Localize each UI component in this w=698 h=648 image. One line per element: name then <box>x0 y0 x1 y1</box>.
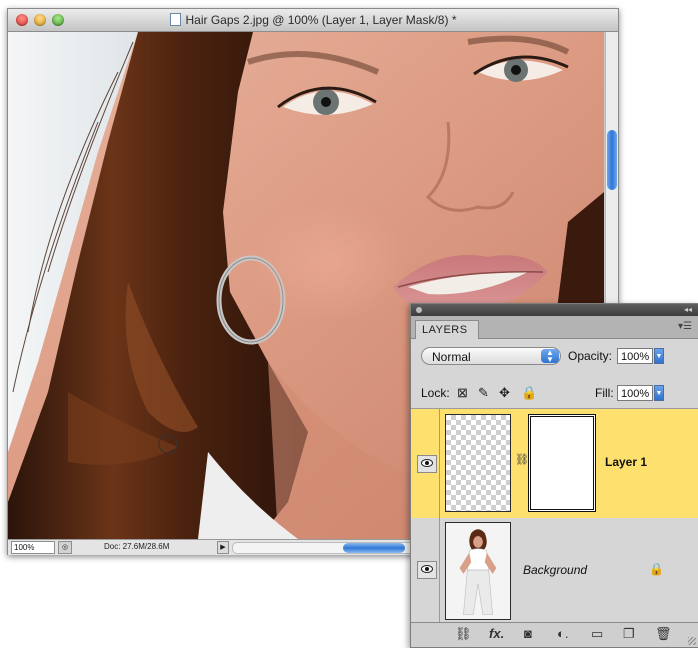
select-arrows-icon: ▲ ▼ <box>541 349 559 364</box>
panel-menu-icon[interactable]: ▾☰ <box>678 321 692 332</box>
chain-link-icon[interactable]: ⛓ <box>515 453 529 466</box>
layer-thumbnail[interactable] <box>445 414 511 512</box>
trash-icon[interactable]: 🗑 <box>655 626 672 642</box>
layer-row-layer-1[interactable]: ⛓ Layer 1 <box>411 408 698 519</box>
document-file-icon <box>169 13 181 26</box>
status-menu-arrow-icon[interactable]: ▶ <box>217 541 229 554</box>
vertical-scroll-thumb[interactable] <box>607 130 617 190</box>
fill-label: Fill: <box>595 386 614 400</box>
eye-icon <box>421 565 433 573</box>
lock-label: Lock: <box>421 386 450 400</box>
column-divider <box>439 409 440 518</box>
layer-name[interactable]: Background <box>523 563 587 577</box>
document-titlebar[interactable]: Hair Gaps 2.jpg @ 100% (Layer 1, Layer M… <box>8 9 618 32</box>
document-title: Hair Gaps 2.jpg @ 100% (Layer 1, Layer M… <box>8 13 618 27</box>
tab-layers[interactable]: LAYERS <box>415 320 479 339</box>
blend-mode-value: Normal <box>432 350 471 364</box>
panel-close-icon[interactable] <box>416 307 422 313</box>
document-title-text: Hair Gaps 2.jpg @ 100% (Layer 1, Layer M… <box>185 13 457 27</box>
lock-all-icon[interactable]: 🔒 <box>521 385 537 401</box>
fx-icon[interactable]: fx. <box>489 626 504 641</box>
status-options-icon[interactable]: ◎ <box>58 541 72 554</box>
visibility-toggle[interactable] <box>417 455 437 473</box>
column-divider <box>439 518 440 624</box>
adjustment-layer-icon[interactable]: ◐. <box>557 626 568 641</box>
fx-label: fx <box>489 626 501 641</box>
fill-input[interactable]: 100% <box>617 385 653 401</box>
layer-mask-thumbnail[interactable] <box>528 414 596 512</box>
opacity-input[interactable]: 100% <box>617 348 653 364</box>
document-size-info: Doc: 27.6M/28.6M <box>104 542 170 551</box>
panel-header-strip[interactable]: ◂◂ <box>411 304 698 316</box>
opacity-label: Opacity: <box>568 349 613 363</box>
link-layers-icon[interactable]: ⛓ <box>455 626 472 642</box>
opacity-dropdown-icon[interactable]: ▼ <box>654 348 664 364</box>
visibility-toggle[interactable] <box>417 561 437 579</box>
layers-panel: ◂◂ LAYERS ▾☰ Normal ▲ ▼ Opacity: 100% ▼ L… <box>410 303 698 648</box>
layers-panel-footer: ⛓ fx. ◙ ◐. ▭ ❐ 🗑 <box>411 622 698 647</box>
lock-image-pixels-icon[interactable]: ✎ <box>478 385 489 401</box>
panel-tab-bar: LAYERS ▾☰ <box>411 316 698 339</box>
resize-grip-icon[interactable] <box>688 637 696 645</box>
background-thumbnail[interactable] <box>445 522 511 620</box>
padlock-icon: 🔒 <box>649 562 664 576</box>
collapse-panel-icon[interactable]: ◂◂ <box>684 304 692 316</box>
layer-name[interactable]: Layer 1 <box>605 455 647 469</box>
zoom-level-field[interactable]: 100% <box>11 541 55 554</box>
horizontal-scroll-thumb[interactable] <box>343 543 405 553</box>
blend-mode-select[interactable]: Normal ▲ ▼ <box>421 347 561 365</box>
fill-dropdown-icon[interactable]: ▼ <box>654 385 664 401</box>
layer-row-background[interactable]: Background 🔒 <box>411 518 698 625</box>
new-group-icon[interactable]: ▭ <box>591 626 603 642</box>
new-layer-icon[interactable]: ❐ <box>623 626 635 642</box>
add-mask-icon[interactable]: ◙ <box>524 626 532 641</box>
lock-position-icon[interactable]: ✥ <box>499 385 510 401</box>
lock-transparent-pixels-icon[interactable]: ⊠ <box>457 385 468 401</box>
eye-icon <box>421 459 433 467</box>
